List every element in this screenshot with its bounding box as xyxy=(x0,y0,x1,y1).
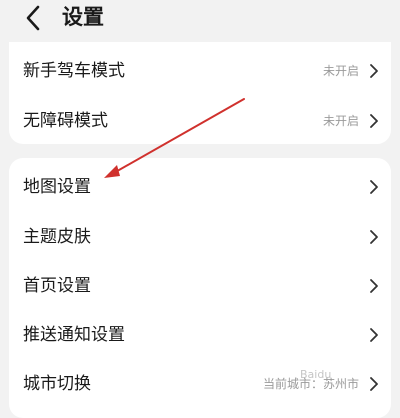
setting-value: 未开启 xyxy=(322,114,359,128)
setting-row-accessibility-mode[interactable]: 无障碍模式 未开启 xyxy=(9,96,391,144)
setting-label: 无障碍模式 xyxy=(23,111,108,131)
watermark-text: Baidu xyxy=(300,368,332,381)
setting-row-city-switch[interactable]: 城市切换 当前城市：苏州市 xyxy=(9,359,391,409)
page-title: 设置 xyxy=(62,5,104,29)
setting-row-novice-driving-mode[interactable]: 新手驾车模式 未开启 xyxy=(9,46,391,96)
setting-label: 城市切换 xyxy=(23,374,91,394)
setting-label: 主题皮肤 xyxy=(23,227,91,247)
setting-row-home-settings[interactable]: 首页设置 xyxy=(9,261,391,311)
chevron-right-icon xyxy=(370,328,378,342)
setting-label: 推送通知设置 xyxy=(23,325,125,345)
setting-label: 地图设置 xyxy=(23,177,91,197)
current-city-value: 当前城市：苏州市 xyxy=(262,377,359,391)
setting-label: 首页设置 xyxy=(23,276,91,296)
setting-row-theme-skin[interactable]: 主题皮肤 xyxy=(9,212,391,262)
settings-group-2: 地图设置 主题皮肤 首页设置 推送通知设置 城市切换 当前城市：苏州市 xyxy=(9,158,391,418)
chevron-left-icon[interactable] xyxy=(22,3,44,33)
header: 设置 xyxy=(0,0,400,40)
setting-row-push-notification-settings[interactable]: 推送通知设置 xyxy=(9,310,391,360)
setting-value: 未开启 xyxy=(322,64,359,78)
chevron-right-icon xyxy=(370,279,378,293)
chevron-right-icon xyxy=(370,377,378,391)
settings-group-1: 新手驾车模式 未开启 无障碍模式 未开启 xyxy=(9,42,391,144)
chevron-right-icon xyxy=(370,114,378,128)
setting-label: 新手驾车模式 xyxy=(23,61,125,81)
chevron-right-icon xyxy=(370,230,378,244)
setting-row-map-settings[interactable]: 地图设置 xyxy=(9,162,391,212)
chevron-right-icon xyxy=(370,180,378,194)
chevron-right-icon xyxy=(370,64,378,78)
